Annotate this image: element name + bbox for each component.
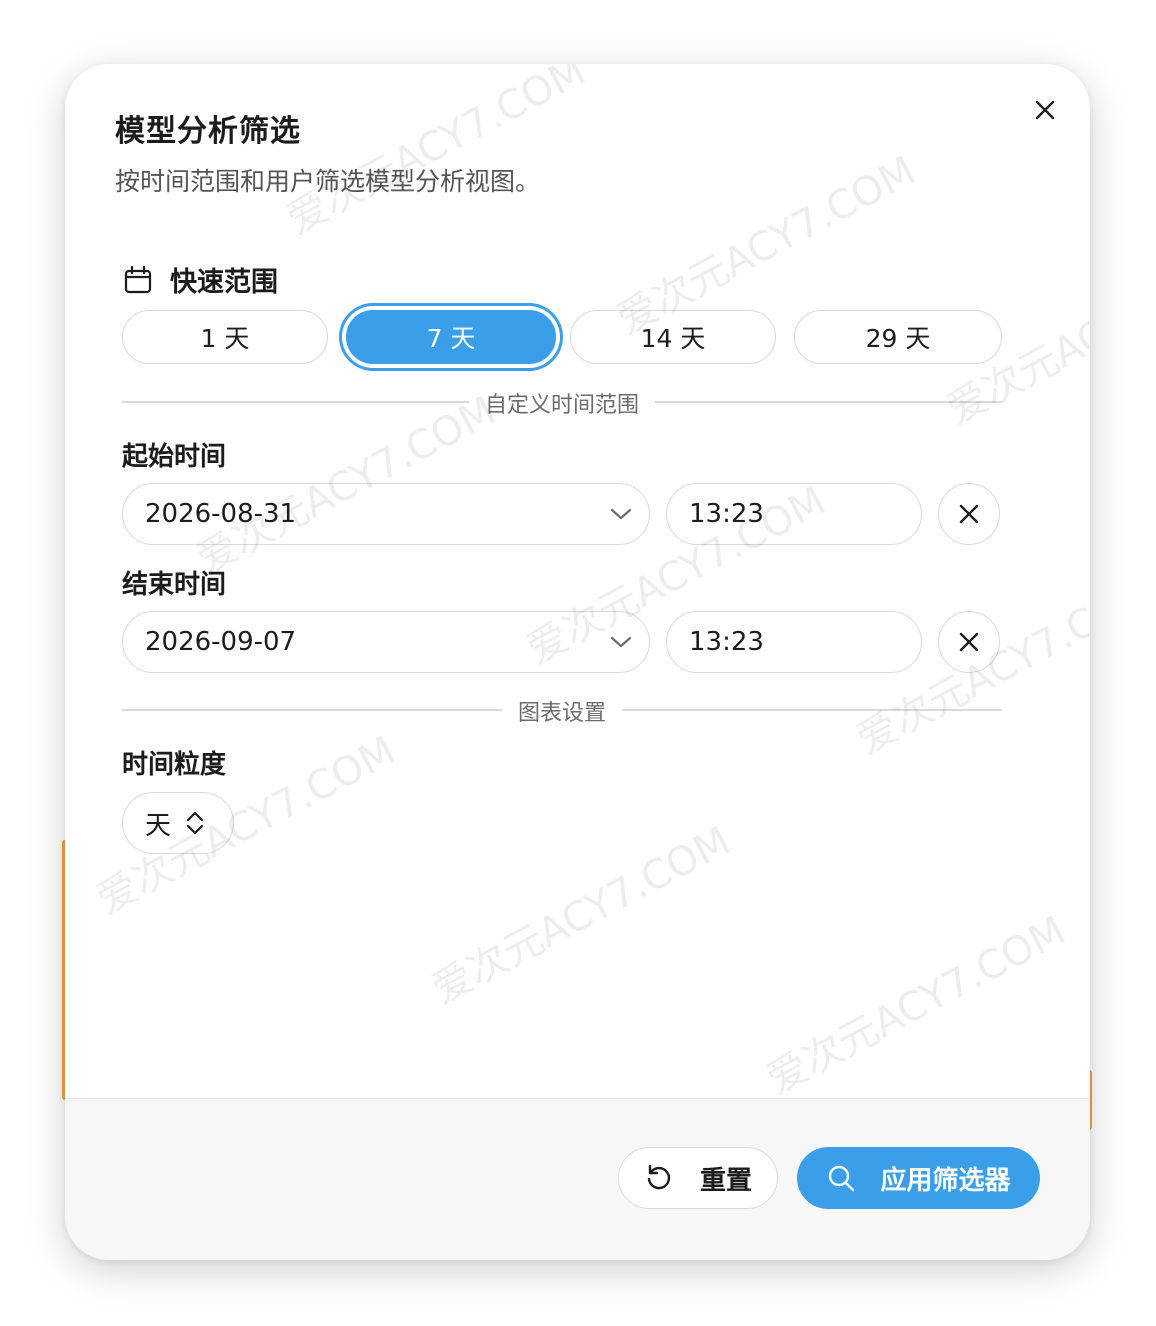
start-time-label: 起始时间 <box>122 442 227 472</box>
reset-button[interactable]: 重置 <box>618 1147 778 1209</box>
quick-range-option-7d[interactable]: 7 天 <box>346 310 556 364</box>
granularity-value: 天 <box>145 810 172 841</box>
quick-range-option-1d[interactable]: 1 天 <box>122 310 328 364</box>
quick-range-option-14d[interactable]: 14 天 <box>570 310 776 364</box>
start-date-value: 2026-08-31 <box>145 499 297 529</box>
chevron-down-icon <box>593 507 649 521</box>
end-time-input[interactable]: 13:23 <box>666 611 922 673</box>
calendar-icon <box>124 265 152 293</box>
watermark: 爱次元ACY7.COM <box>759 907 1074 1104</box>
watermark: 爱次元ACY7.COM <box>424 817 739 1014</box>
start-time-value: 13:23 <box>689 499 764 529</box>
clear-end-button[interactable] <box>938 611 1000 673</box>
custom-range-divider-label: 自定义时间范围 <box>468 387 656 419</box>
quick-range-options: 1 天 7 天 14 天 29 天 <box>122 310 1002 368</box>
end-date-value: 2026-09-07 <box>145 627 297 657</box>
dialog-footer: 重置 应用筛选器 <box>65 1098 1090 1260</box>
chevron-up-down-icon <box>186 811 204 835</box>
start-date-select[interactable]: 2026-08-31 <box>122 483 650 545</box>
reset-icon <box>647 1164 671 1190</box>
custom-range-divider: 自定义时间范围 <box>122 387 1002 419</box>
quick-range-label: 快速范围 <box>170 267 278 298</box>
close-icon <box>959 504 979 524</box>
close-button[interactable] <box>1025 90 1065 130</box>
close-icon <box>959 632 979 652</box>
filter-dialog: 模型分析筛选 按时间范围和用户筛选模型分析视图。 快速范围 1 天 7 天 14… <box>65 64 1090 1260</box>
watermark: 爱次元ACY7.COM <box>279 64 594 244</box>
close-icon <box>1035 100 1055 120</box>
granularity-select[interactable]: 天 <box>122 792 234 854</box>
end-date-select[interactable]: 2026-09-07 <box>122 611 650 673</box>
clear-start-button[interactable] <box>938 483 1000 545</box>
dialog-subtitle: 按时间范围和用户筛选模型分析视图。 <box>115 167 541 196</box>
granularity-label: 时间粒度 <box>122 750 227 780</box>
dialog-title: 模型分析筛选 <box>115 114 301 149</box>
chart-settings-divider-label: 图表设置 <box>501 695 623 727</box>
end-time-value: 13:23 <box>689 627 764 657</box>
apply-label: 应用筛选器 <box>880 1165 1011 1196</box>
start-time-input[interactable]: 13:23 <box>666 483 922 545</box>
quick-range-header: 快速范围 <box>122 260 278 299</box>
search-icon <box>829 1165 855 1192</box>
end-time-label: 结束时间 <box>122 570 227 600</box>
chart-settings-divider: 图表设置 <box>122 695 1002 727</box>
reset-label: 重置 <box>699 1165 752 1196</box>
chevron-down-icon <box>593 635 649 649</box>
quick-range-option-29d[interactable]: 29 天 <box>794 310 1002 364</box>
apply-filter-button[interactable]: 应用筛选器 <box>797 1147 1040 1209</box>
